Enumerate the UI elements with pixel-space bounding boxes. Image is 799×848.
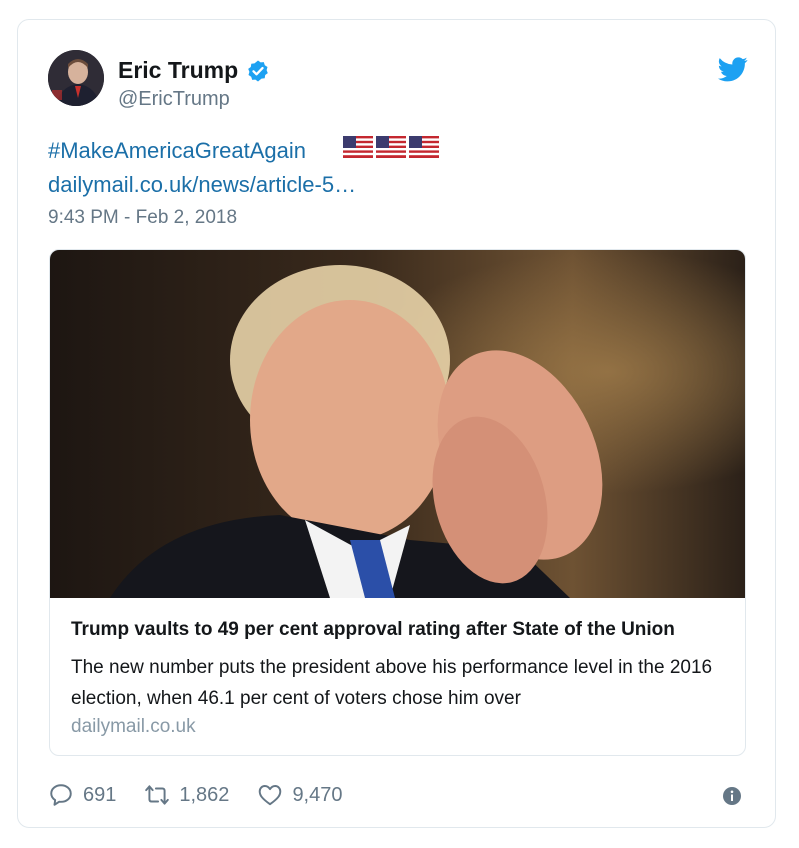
reply-button[interactable]: 691	[48, 782, 116, 808]
retweet-count: 1,862	[179, 783, 230, 806]
us-flag-icon	[343, 136, 373, 158]
heart-icon	[259, 785, 282, 806]
tweet-timestamp[interactable]: 9:43 PM - Feb 2, 2018	[48, 207, 237, 229]
hashtag-link[interactable]: #MakeAmericaGreatAgain	[48, 138, 306, 164]
tweet-actions: 691 1,862 9,470	[48, 780, 371, 810]
reply-icon	[50, 784, 72, 806]
author-handle[interactable]: @EricTrump	[118, 88, 230, 111]
retweet-icon	[145, 785, 170, 805]
article-link[interactable]: dailymail.co.uk/news/article-5…	[48, 172, 356, 198]
avatar[interactable]	[48, 50, 104, 106]
like-count: 9,470	[292, 783, 343, 806]
card-photo	[50, 250, 745, 598]
avatar-photo	[48, 50, 104, 106]
tweet-embed[interactable]: Eric Trump @EricTrump #MakeAmericaGreatA…	[17, 19, 776, 828]
card-description: The new number puts the president above …	[71, 657, 713, 709]
retweet-button[interactable]: 1,862	[144, 782, 229, 808]
link-preview-card[interactable]: Trump vaults to 49 per cent approval rat…	[49, 249, 746, 756]
reply-count: 691	[83, 783, 117, 806]
card-domain: dailymail.co.uk	[71, 716, 196, 737]
us-flag-icon	[376, 136, 406, 158]
us-flag-icon	[409, 136, 439, 158]
verified-badge-icon	[248, 60, 268, 82]
info-icon[interactable]	[722, 786, 742, 806]
author-display-name[interactable]: Eric Trump	[118, 57, 238, 84]
card-title: Trump vaults to 49 per cent approval rat…	[71, 619, 675, 640]
twitter-bird-icon[interactable]	[718, 57, 748, 82]
like-button[interactable]: 9,470	[257, 782, 343, 808]
flag-emojis	[343, 136, 439, 158]
